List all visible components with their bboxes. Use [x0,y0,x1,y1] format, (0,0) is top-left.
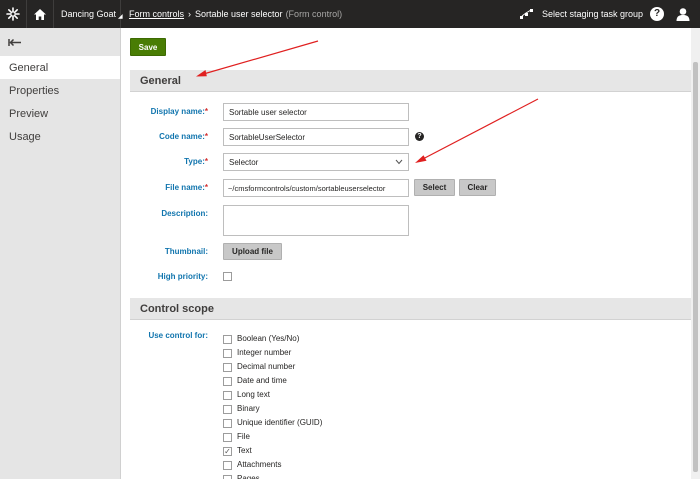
scope-checkbox[interactable] [223,349,232,358]
back-arrow-icon [8,38,21,46]
use-control-for-label: Use control for: [148,331,208,340]
sidebar-item-label: Properties [9,84,60,97]
display-name-field[interactable]: Sortable user selector [223,103,409,121]
scope-checkbox[interactable] [223,377,232,386]
high-priority-checkbox[interactable] [223,272,232,281]
display-name-label: Display name:* [150,107,208,116]
file-name-field[interactable]: ~/cmsformcontrols/custom/sortableusersel… [223,179,409,197]
scope-checkbox[interactable] [223,391,232,400]
section-header-general: General [130,70,691,92]
user-icon[interactable] [676,7,690,21]
scope-checkbox[interactable] [223,335,232,344]
main-content: Save General Display name:* Sortable use… [121,28,691,479]
upload-file-button[interactable]: Upload file [223,243,282,260]
staging-icon [520,9,533,19]
select-file-button[interactable]: Select [414,179,455,196]
sidebar-item-properties[interactable]: Properties [0,79,120,102]
staging-task-group-selector[interactable]: Select staging task group [520,0,643,28]
code-name-field[interactable]: SortableUserSelector [223,128,409,146]
scope-option-label: Binary [237,404,260,413]
help-icon[interactable]: ? [415,132,424,141]
description-row: Description: [121,205,691,236]
scope-option-label: Pages [237,474,260,479]
scope-checkbox[interactable]: ✓ [223,447,232,456]
top-bar: Dancing Goat ◢ Form controls › Sortable … [0,0,700,28]
scope-option-label: Long text [237,390,270,399]
site-name: Dancing Goat [61,9,117,19]
scope-option-label: Integer number [237,348,292,357]
save-button[interactable]: Save [130,38,166,56]
vertical-scrollbar[interactable] [691,28,700,479]
help-icon[interactable]: ? [650,7,664,21]
scope-checkbox[interactable] [223,433,232,442]
sidebar-item-label: Usage [9,130,41,143]
thumbnail-row: Thumbnail: Upload file [121,242,691,260]
type-label: Type:* [184,157,208,166]
scope-checkbox[interactable] [223,405,232,414]
sidebar-item-label: Preview [9,107,49,120]
scope-option-label: Decimal number [237,362,296,371]
scope-option-label: File [237,432,250,441]
description-label: Description: [161,209,208,218]
chevron-right-icon: › [188,9,192,19]
code-name-row: Code name:* SortableUserSelector ? [121,128,691,146]
section-header-control-scope: Control scope [130,298,691,320]
sidebar: General Properties Preview Usage [0,28,121,479]
code-name-label: Code name:* [159,132,208,141]
high-priority-row: High priority: [121,268,691,286]
type-select[interactable]: Selector [223,153,409,171]
thumbnail-label: Thumbnail: [164,247,208,256]
breadcrumb-subtitle: (Form control) [285,9,343,19]
sidebar-item-label: General [9,61,49,74]
sidebar-item-preview[interactable]: Preview [0,102,120,125]
type-select-value: Selector [229,157,259,167]
site-selector[interactable]: Dancing Goat ◢ [55,0,123,28]
breadcrumb-current: Sortable user selector [195,9,283,19]
display-name-row: Display name:* Sortable user selector [121,103,691,121]
home-icon[interactable] [26,0,54,28]
high-priority-label: High priority: [157,272,208,281]
type-row: Type:* Selector [121,153,691,171]
scope-checkbox[interactable] [223,419,232,428]
staging-label: Select staging task group [542,9,644,19]
caret-down-icon: ◢ [118,13,123,20]
scope-checkbox[interactable] [223,475,232,479]
scope-option-label: Date and time [237,376,287,385]
app-logo-icon[interactable] [0,0,26,28]
back-button[interactable] [0,28,120,56]
scope-option-label: Boolean (Yes/No) [237,334,300,343]
file-name-row: File name:* ~/cmsformcontrols/custom/sor… [121,179,691,197]
scope-option-label: Attachments [237,460,282,469]
breadcrumb-link-form-controls[interactable]: Form controls [129,9,184,19]
scope-option-label: Unique identifier (GUID) [237,418,323,427]
scope-checkbox[interactable] [223,461,232,470]
scrollbar-thumb[interactable] [693,62,698,472]
sidebar-item-general[interactable]: General [0,56,120,79]
scope-option-label: Text [237,446,252,455]
file-name-label: File name:* [165,183,208,192]
sidebar-item-usage[interactable]: Usage [0,125,120,148]
clear-file-button[interactable]: Clear [459,179,496,196]
chevron-down-icon [395,159,403,165]
description-textarea[interactable] [223,205,409,236]
breadcrumb: Form controls › Sortable user selector (… [129,0,342,28]
scope-checkbox[interactable] [223,363,232,372]
